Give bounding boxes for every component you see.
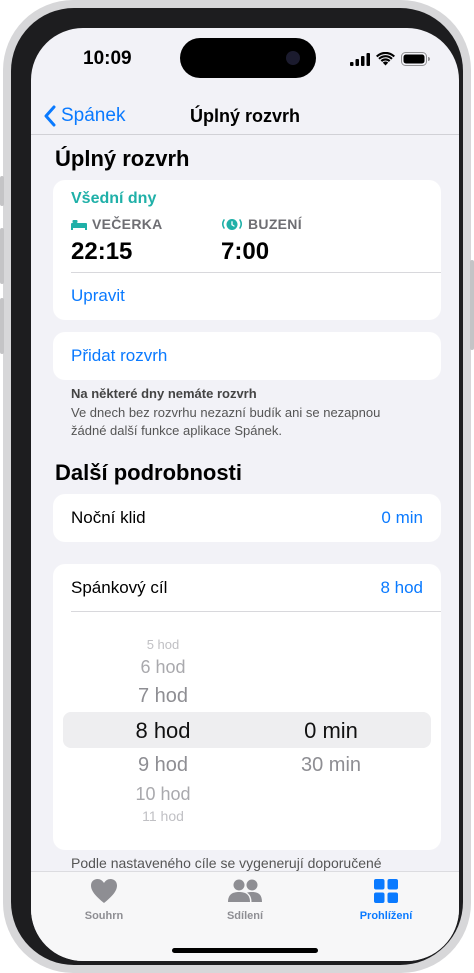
- tab-sharing-label: Sdílení: [226, 910, 264, 922]
- action-button: [0, 176, 4, 206]
- battery-icon: [401, 52, 430, 66]
- picker-minute-selected[interactable]: 0 min: [271, 718, 391, 744]
- tab-browse-label: Prohlížení: [359, 910, 413, 922]
- wake-label: BUZENÍ: [248, 216, 302, 232]
- screen: 10:09 Spánek Úplný rozvrh Úplný rozvrh V…: [31, 28, 459, 961]
- home-indicator: [172, 948, 318, 953]
- navigation-bar: Spánek Úplný rozvrh: [31, 98, 459, 134]
- weekday-schedule-card: Všední dny VEČERKA 22:15 BUZENÍ 7:00 Upr…: [53, 180, 441, 320]
- wake-value: 7:00: [221, 238, 270, 265]
- bedtime-label: VEČERKA: [92, 216, 163, 232]
- status-icons: [350, 52, 431, 66]
- picker-minute-option[interactable]: 30 min: [271, 754, 391, 777]
- wind-down-value: 0 min: [381, 508, 423, 527]
- power-button: [470, 260, 474, 350]
- sleep-goal-picker[interactable]: 5 hod 6 hod 7 hod 8 hod 9 hod 10 hod 11 …: [53, 612, 441, 850]
- nav-title: Úplný rozvrh: [189, 106, 300, 126]
- cellular-signal-icon: [350, 52, 370, 66]
- volume-down-button: [0, 298, 4, 354]
- volume-up-button: [0, 228, 4, 284]
- picker-hour-option[interactable]: 10 hod: [103, 784, 223, 805]
- bed-icon: [71, 220, 87, 230]
- nav-divider: [31, 134, 459, 135]
- wind-down-label: Noční klid: [71, 508, 146, 527]
- no-schedule-note-title: Na některé dny nemáte rozvrh: [71, 386, 257, 401]
- add-schedule-button[interactable]: Přidat rozvrh: [71, 346, 167, 366]
- wake-header: BUZENÍ: [221, 216, 302, 232]
- heart-icon: [91, 879, 117, 903]
- sleep-goal-footer-note: Podle nastaveného cíle se vygenerují dop…: [71, 855, 382, 871]
- picker-hour-option[interactable]: 6 hod: [103, 657, 223, 678]
- picker-hour-option[interactable]: 9 hod: [103, 754, 223, 777]
- camera-icon: [286, 51, 300, 65]
- tab-summary[interactable]: Souhrn: [49, 878, 159, 922]
- alarm-icon: [221, 219, 243, 230]
- picker-hour-selected[interactable]: 8 hod: [103, 718, 223, 744]
- section-title-details: Další podrobnosti: [55, 460, 242, 485]
- sleep-goal-label: Spánkový cíl: [71, 578, 168, 597]
- sleep-goal-value[interactable]: 8 hod: [380, 578, 423, 598]
- schedule-days: Všední dny: [71, 190, 157, 207]
- tab-summary-label: Souhrn: [84, 910, 124, 922]
- bedtime-header: VEČERKA: [71, 216, 163, 232]
- edit-schedule-button[interactable]: Upravit: [71, 286, 125, 306]
- no-schedule-note-line1: Ve dnech bez rozvrhu nezazní budík ani s…: [71, 405, 381, 420]
- phone-bezel: 10:09 Spánek Úplný rozvrh Úplný rozvrh V…: [11, 8, 463, 965]
- tab-sharing[interactable]: Sdílení: [190, 878, 300, 922]
- status-time: 10:09: [83, 48, 132, 69]
- people-icon: [228, 879, 262, 902]
- picker-hour-option[interactable]: 7 hod: [103, 685, 223, 708]
- add-schedule-card[interactable]: Přidat rozvrh: [53, 332, 441, 380]
- sleep-goal-card: Spánkový cíl 8 hod 5 hod 6 hod 7 hod 8 h…: [53, 564, 441, 850]
- picker-hour-option[interactable]: 5 hod: [103, 637, 223, 652]
- dynamic-island: [180, 38, 316, 78]
- card-divider: [71, 272, 441, 273]
- bedtime-value: 22:15: [71, 238, 133, 265]
- no-schedule-note-line2: žádné další funkce aplikace Spánek.: [71, 423, 283, 438]
- phone-frame: 10:09 Spánek Úplný rozvrh Úplný rozvrh V…: [0, 0, 474, 973]
- section-title-schedule: Úplný rozvrh: [55, 146, 190, 171]
- picker-hour-option[interactable]: 11 hod: [103, 808, 223, 822]
- wind-down-row[interactable]: Noční klid 0 min: [53, 494, 441, 542]
- tab-browse[interactable]: Prohlížení: [331, 878, 441, 922]
- grid-icon: [374, 879, 398, 903]
- wifi-icon: [376, 52, 395, 66]
- status-bar: 10:09: [31, 28, 459, 88]
